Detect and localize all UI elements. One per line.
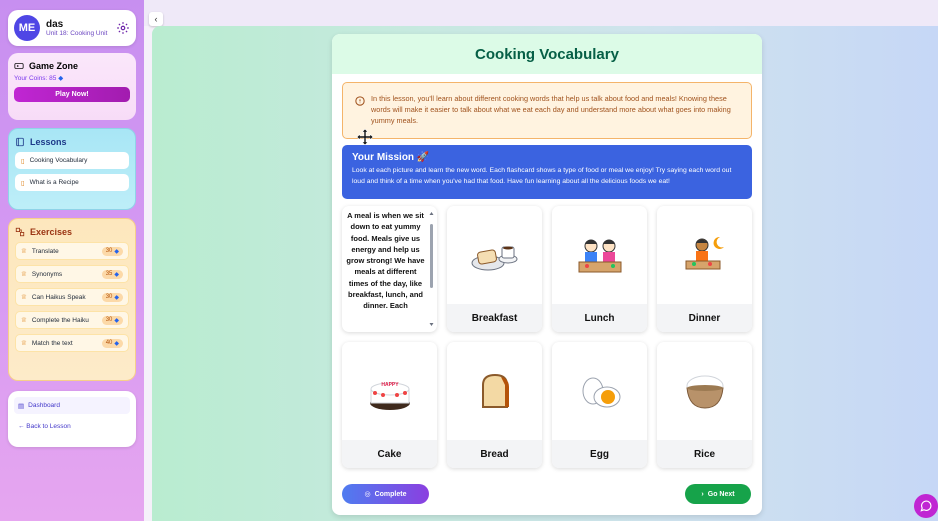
puzzle-icon — [15, 227, 25, 237]
gamepad-icon — [14, 63, 24, 69]
points-badge: 30 ◆ — [101, 246, 123, 256]
complete-button[interactable]: ◎ Complete — [342, 484, 429, 504]
lesson-label: What is a Recipe — [29, 179, 79, 186]
flashcard-label: Egg — [552, 440, 647, 468]
description-card[interactable]: A meal is when we sit down to eat yummy … — [342, 206, 437, 332]
coins-count: Your Coins: 85 ◆ — [14, 75, 64, 82]
chevron-left-icon: ‹ — [154, 14, 158, 24]
top-bar — [144, 0, 938, 26]
flashcard-label: Breakfast — [447, 304, 542, 332]
flashcard-label: Lunch — [552, 304, 647, 332]
flashcard-dinner[interactable]: Dinner — [657, 206, 752, 332]
exercises-title: Exercises — [30, 227, 73, 237]
flashcard-grid: A meal is when we sit down to eat yummy … — [342, 206, 752, 468]
profile-unit: Unit 18: Cooking Unit — [46, 30, 108, 37]
chat-button[interactable] — [914, 494, 938, 518]
info-icon — [355, 96, 365, 106]
game-zone-title: Game Zone — [29, 61, 79, 71]
mission-title: Your Mission 🚀 — [352, 152, 430, 163]
avatar[interactable]: ME — [14, 15, 40, 41]
sidebar: ME das Unit 18: Cooking Unit Game Zone Y… — [0, 0, 144, 521]
info-text: In this lesson, you'll learn about diffe… — [371, 94, 731, 125]
move-cursor-icon — [357, 129, 373, 145]
dinner-icon — [685, 236, 724, 270]
diamond-icon: ◆ — [114, 248, 119, 255]
flashcard-cake[interactable]: HAPPY Cake — [342, 342, 437, 468]
lesson-label: Cooking Vocabulary — [29, 157, 88, 164]
flashcard-bread[interactable]: Bread — [447, 342, 542, 468]
diamond-icon: ◆ — [114, 271, 119, 278]
mission-box: Your Mission 🚀 Look at each picture and … — [342, 145, 752, 199]
open-book-icon: ▯ — [21, 179, 25, 187]
flashcard-label: Cake — [342, 440, 437, 468]
lunch-icon — [578, 239, 621, 273]
dashboard-link[interactable]: ▤ Dashboard — [14, 397, 130, 414]
scroll-thumb[interactable] — [430, 224, 433, 288]
trophy-icon: ♕ — [21, 340, 27, 347]
flashcard-label: Rice — [657, 440, 752, 468]
diamond-icon: ◆ — [114, 317, 119, 324]
exercise-item-synonyms[interactable]: ♕ Synonyms 35 ◆ — [15, 265, 129, 283]
flashcard-lunch[interactable]: Lunch — [552, 206, 647, 332]
bread-icon — [481, 373, 509, 408]
diamond-icon: ◆ — [114, 340, 119, 347]
lesson-item-cooking-vocabulary[interactable]: ▯ Cooking Vocabulary — [15, 152, 129, 169]
open-book-icon: ▯ — [21, 157, 25, 165]
go-next-button[interactable]: › Go Next — [685, 484, 751, 504]
lessons-card: Lessons ▯ Cooking Vocabulary ▯ What is a… — [8, 128, 136, 210]
lesson-panel: Cooking Vocabulary In this lesson, you'l… — [332, 34, 762, 515]
exercise-item-can-haikus-speak[interactable]: ♕ Can Haikus Speak 30 ◆ — [15, 288, 129, 306]
book-icon — [16, 137, 24, 147]
trophy-icon: ♕ — [21, 248, 27, 255]
info-box: In this lesson, you'll learn about diffe… — [342, 82, 752, 139]
page-title: Cooking Vocabulary — [332, 34, 762, 74]
exercise-item-complete-the-haiku[interactable]: ♕ Complete the Haiku 30 ◆ — [15, 311, 129, 329]
collapse-sidebar-button[interactable]: ‹ — [149, 12, 163, 26]
points-badge: 40 ◆ — [101, 338, 123, 348]
cake-icon: HAPPY — [369, 382, 410, 410]
flashcard-label: Dinner — [657, 304, 752, 332]
flashcard-egg[interactable]: Egg — [552, 342, 647, 468]
dashboard-icon: ▤ — [18, 402, 25, 410]
mission-text: Look at each picture and learn the new w… — [352, 167, 732, 185]
points-badge: 30 ◆ — [101, 292, 123, 302]
points-badge: 35 ◆ — [101, 269, 123, 279]
back-to-lesson-link[interactable]: ← Back to Lesson — [14, 418, 130, 435]
trophy-icon: ♕ — [21, 294, 27, 301]
diamond-icon: ◆ — [58, 75, 64, 82]
lesson-item-what-is-a-recipe[interactable]: ▯ What is a Recipe — [15, 174, 129, 191]
trophy-icon: ♕ — [21, 271, 27, 278]
lessons-title: Lessons — [30, 137, 67, 147]
trophy-icon: ♕ — [21, 317, 27, 324]
flashcard-rice[interactable]: Rice — [657, 342, 752, 468]
exercise-item-translate[interactable]: ♕ Translate 30 ◆ — [15, 242, 129, 260]
profile-name: das — [46, 19, 64, 30]
gear-icon[interactable] — [116, 21, 130, 35]
svg-text:HAPPY: HAPPY — [381, 382, 399, 388]
nav-card: ▤ Dashboard ← Back to Lesson — [8, 391, 136, 447]
description-text: A meal is when we sit down to eat yummy … — [346, 211, 425, 311]
chevron-right-icon: › — [701, 490, 704, 498]
egg-icon — [582, 377, 620, 408]
flashcard-breakfast[interactable]: Breakfast — [447, 206, 542, 332]
breakfast-icon — [471, 246, 517, 271]
points-badge: 30 ◆ — [101, 315, 123, 325]
exercises-card: Exercises ♕ Translate 30 ◆ ♕ Synonyms 35 ◆… — [8, 218, 136, 381]
exercise-item-match-the-text[interactable]: ♕ Match the text 40 ◆ — [15, 334, 129, 352]
game-zone-card: Game Zone Your Coins: 85 ◆ Play Now! — [8, 53, 136, 120]
check-circle-icon: ◎ — [364, 491, 371, 498]
chat-bubble-icon — [920, 500, 932, 512]
play-now-button[interactable]: Play Now! — [14, 87, 130, 102]
flashcard-label: Bread — [447, 440, 542, 468]
profile-card: ME das Unit 18: Cooking Unit — [8, 10, 136, 46]
diamond-icon: ◆ — [114, 294, 119, 301]
rice-bowl-icon — [685, 375, 724, 409]
